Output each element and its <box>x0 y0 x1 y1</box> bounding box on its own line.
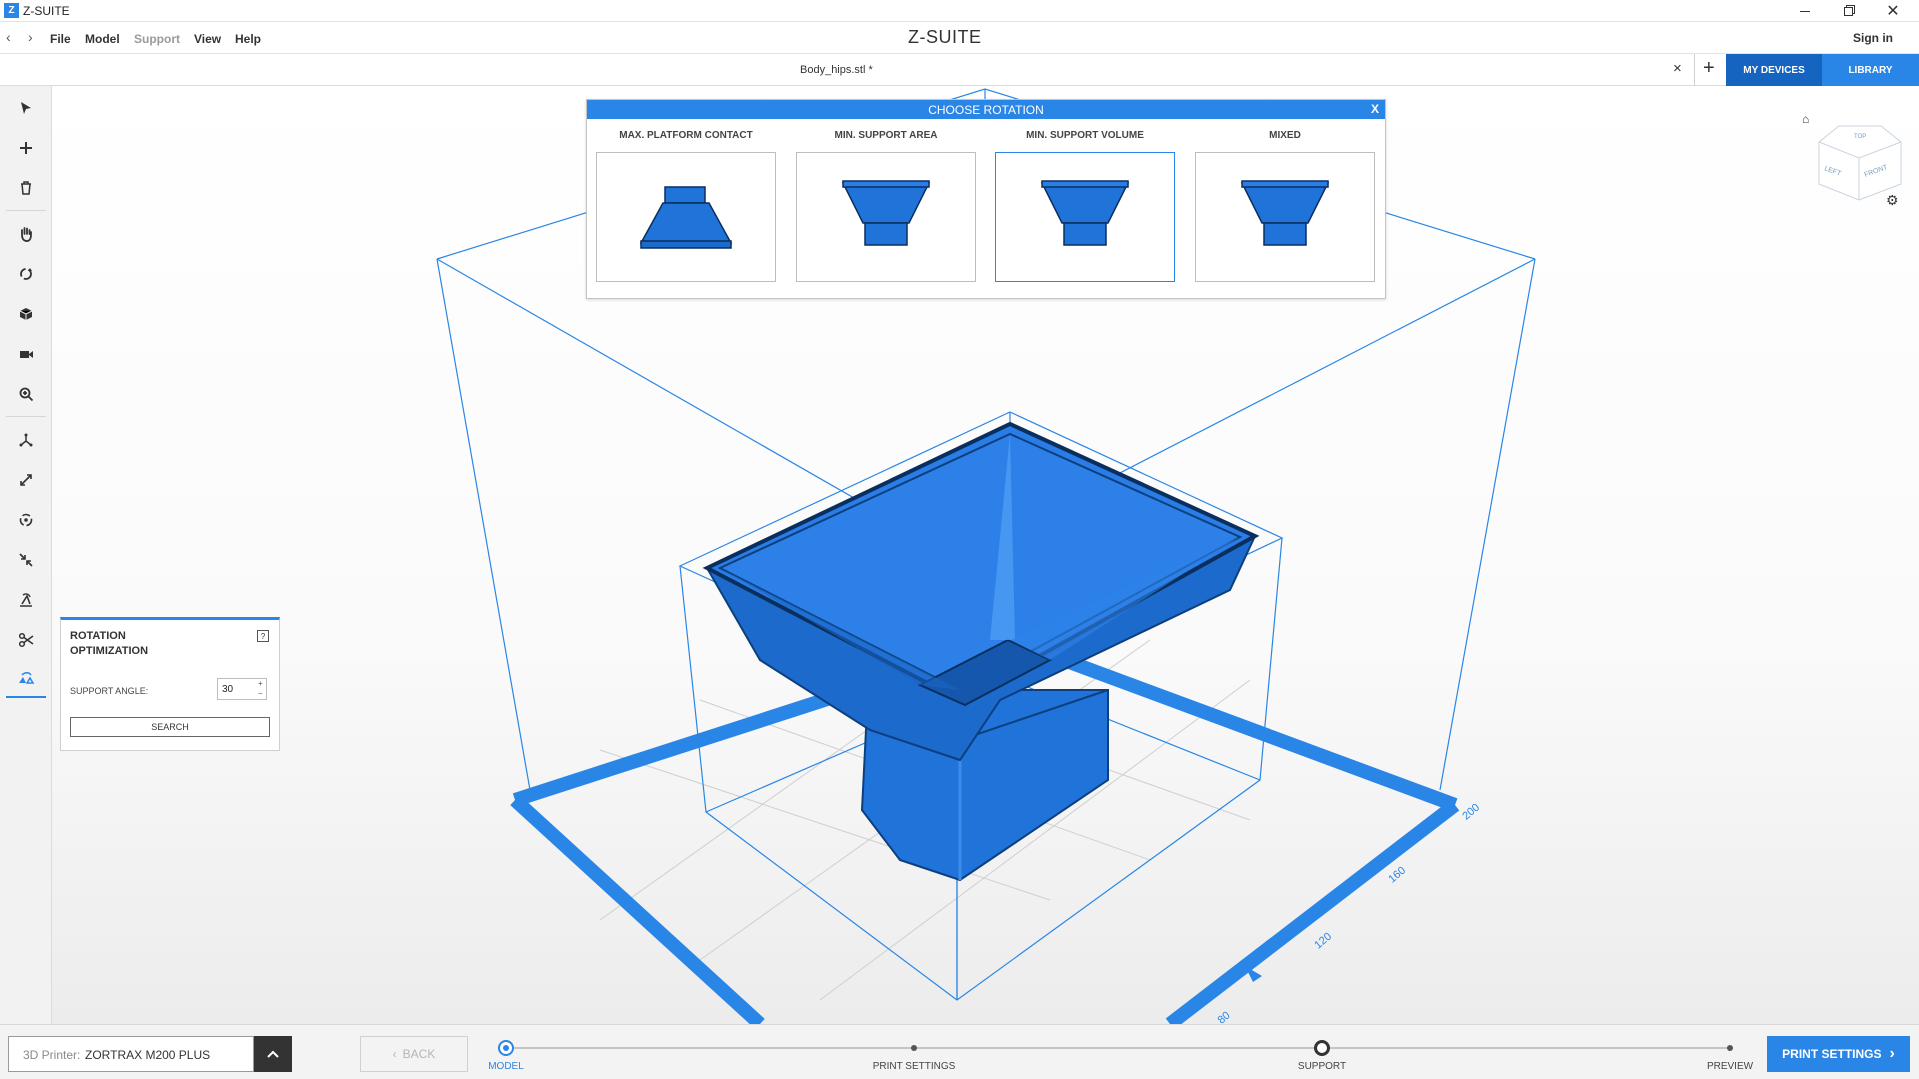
menu-bar: ‹ › File Model Support View Help Z-SUITE… <box>0 22 1919 54</box>
tab-bar: Body_hips.stl * × + MY DEVICES LIBRARY <box>0 54 1919 86</box>
add-tab-icon[interactable]: + <box>1703 57 1715 80</box>
close-icon[interactable]: ✕ <box>1883 1 1903 20</box>
back-button[interactable]: ‹ BACK <box>360 1036 468 1072</box>
menu-view[interactable]: View <box>194 32 221 46</box>
step-model-label[interactable]: MODEL <box>488 1061 524 1072</box>
scale-arrow-icon[interactable] <box>6 462 46 498</box>
viewcube-top-label: TOP <box>1854 134 1867 140</box>
window-title: Z-SUITE <box>23 4 70 18</box>
toolbar-separator <box>6 210 46 211</box>
panel-title-line2: OPTIMIZATION <box>70 645 149 657</box>
move-axes-icon[interactable] <box>6 422 46 458</box>
print-settings-button-label: PRINT SETTINGS <box>1782 1047 1882 1061</box>
dialog-title: CHOOSE ROTATION <box>928 103 1044 117</box>
dialog-close-button[interactable]: X <box>1371 102 1379 116</box>
file-tab[interactable]: Body_hips.stl * <box>800 64 873 76</box>
option-label-min-support-area: MIN. SUPPORT AREA <box>834 130 938 141</box>
panel-title-line1: ROTATION <box>70 630 126 642</box>
tab-close-icon[interactable]: × <box>1673 60 1682 77</box>
search-button-label: SEARCH <box>151 722 189 732</box>
zoom-icon[interactable] <box>6 376 46 412</box>
step-print-settings-marker[interactable] <box>911 1045 917 1051</box>
help-icon[interactable]: ? <box>257 630 269 642</box>
my-devices-label: MY DEVICES <box>1743 64 1805 76</box>
printer-name: ZORTRAX M200 PLUS <box>85 1048 211 1062</box>
step-preview-label[interactable]: PREVIEW <box>1707 1061 1753 1072</box>
menu-support[interactable]: Support <box>134 32 180 46</box>
support-angle-value: 30 <box>222 684 234 695</box>
viewcube-settings-gear-icon[interactable]: ⚙ <box>1886 192 1899 209</box>
option-card-min-support-volume[interactable] <box>995 152 1175 282</box>
lay-flat-icon[interactable] <box>6 582 46 618</box>
tab-divider <box>1694 54 1695 86</box>
back-button-label: BACK <box>402 1047 436 1061</box>
restore-icon[interactable] <box>1838 3 1858 19</box>
stepper-down-icon[interactable]: − <box>258 689 263 698</box>
shrink-icon[interactable] <box>6 542 46 578</box>
app-logo-icon: Z <box>4 3 19 18</box>
library-button[interactable]: LIBRARY <box>1822 54 1919 86</box>
option-card-min-support-area[interactable] <box>796 152 976 282</box>
step-print-settings-label[interactable]: PRINT SETTINGS <box>873 1061 956 1072</box>
print-settings-button[interactable]: PRINT SETTINGS › <box>1767 1036 1910 1072</box>
delete-trash-icon[interactable] <box>6 170 46 206</box>
select-arrow-icon[interactable] <box>6 90 46 126</box>
printer-expand-button[interactable] <box>254 1036 292 1072</box>
search-button[interactable]: SEARCH <box>70 717 270 737</box>
my-devices-button[interactable]: MY DEVICES <box>1726 54 1822 86</box>
workflow-progress-line <box>506 1047 1730 1049</box>
printer-prefix: 3D Printer: <box>23 1048 81 1062</box>
step-support-label[interactable]: SUPPORT <box>1298 1061 1346 1072</box>
minimize-icon[interactable] <box>1795 3 1815 19</box>
back-arrow-icon[interactable]: ‹ <box>6 29 11 45</box>
cut-scissors-icon[interactable] <box>6 622 46 658</box>
option-label-max-platform-contact: MAX. PLATFORM CONTACT <box>619 130 753 141</box>
rotation-optimization-icon[interactable] <box>6 662 46 698</box>
option-label-min-support-volume: MIN. SUPPORT VOLUME <box>1026 130 1144 141</box>
add-model-icon[interactable] <box>6 130 46 166</box>
camera-view-icon[interactable] <box>6 336 46 372</box>
option-label-mixed: MIXED <box>1269 130 1301 141</box>
pan-hand-icon[interactable] <box>6 216 46 252</box>
title-bar: Z Z-SUITE ✕ <box>0 0 1919 22</box>
forward-arrow-icon[interactable]: › <box>28 29 33 45</box>
step-preview-marker[interactable] <box>1727 1045 1733 1051</box>
menu-file[interactable]: File <box>50 32 71 46</box>
step-support-marker[interactable] <box>1314 1040 1330 1056</box>
dialog-header: CHOOSE ROTATION X <box>587 100 1385 119</box>
view-cube-icon[interactable] <box>6 296 46 332</box>
option-card-mixed[interactable] <box>1195 152 1375 282</box>
printer-selector[interactable]: 3D Printer: ZORTRAX M200 PLUS <box>8 1036 254 1072</box>
chevron-up-icon <box>267 1050 279 1058</box>
toolbar-separator <box>6 416 46 417</box>
chevron-left-icon: ‹ <box>392 1047 397 1061</box>
menu-model[interactable]: Model <box>85 32 120 46</box>
orbit-rotate-icon[interactable] <box>6 256 46 292</box>
stepper-up-icon[interactable]: + <box>258 679 263 688</box>
menu-help[interactable]: Help <box>235 32 261 46</box>
sign-in-link[interactable]: Sign in <box>1853 31 1893 45</box>
support-angle-label: SUPPORT ANGLE: <box>70 686 149 696</box>
support-angle-stepper[interactable]: 30 + − <box>217 678 267 700</box>
step-model-marker[interactable] <box>498 1040 514 1056</box>
library-label: LIBRARY <box>1848 64 1893 76</box>
chevron-right-icon: › <box>1889 1045 1895 1062</box>
rotation-optimization-panel: ROTATION OPTIMIZATION ? SUPPORT ANGLE: 3… <box>60 617 280 751</box>
left-toolbar <box>0 86 52 1024</box>
brand-logo: Z-SUITE <box>908 27 982 47</box>
option-card-max-platform-contact[interactable] <box>596 152 776 282</box>
rotate-model-icon[interactable] <box>6 502 46 538</box>
